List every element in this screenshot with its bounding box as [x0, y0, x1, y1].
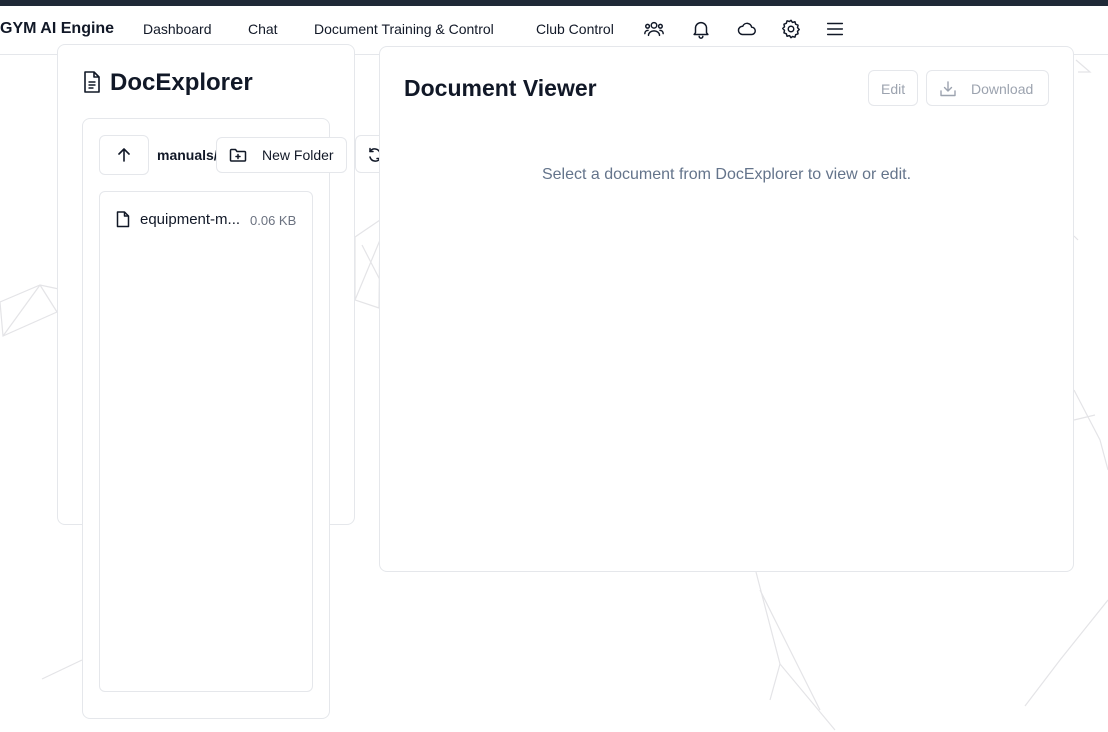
download-label: Download: [971, 81, 1034, 97]
file-list-item[interactable]: equipment-m... 0.06 KB: [116, 208, 302, 232]
menu-icon[interactable]: [824, 18, 846, 40]
document-icon: [81, 70, 103, 94]
new-folder-label: New Folder: [262, 147, 334, 163]
file-icon: [116, 211, 130, 233]
nav-link-chat[interactable]: Chat: [248, 21, 278, 37]
app-brand[interactable]: GYM AI Engine: [0, 20, 114, 38]
empty-state-message: Select a document from DocExplorer to vi…: [541, 166, 912, 183]
cloud-icon[interactable]: [736, 18, 758, 40]
arrow-up-icon: [118, 148, 130, 162]
nav-link-club-control[interactable]: Club Control: [536, 21, 614, 37]
file-size: 0.06 KB: [250, 213, 297, 228]
bell-icon[interactable]: [690, 18, 712, 40]
file-name: equipment-m...: [140, 211, 241, 228]
edit-button[interactable]: Edit: [868, 70, 918, 106]
file-list: [99, 191, 313, 692]
doc-explorer-title: DocExplorer: [110, 69, 253, 96]
parent-folder-button[interactable]: [99, 135, 149, 175]
users-icon[interactable]: [643, 18, 665, 40]
document-viewer-title: Document Viewer: [404, 75, 597, 101]
current-path: manuals/: [157, 147, 218, 163]
nav-link-dashboard[interactable]: Dashboard: [143, 21, 212, 37]
gear-icon[interactable]: [780, 18, 802, 40]
new-folder-button[interactable]: New Folder: [216, 137, 347, 173]
nav-link-document-training[interactable]: Document Training & Control: [314, 21, 494, 37]
folder-plus-icon: [229, 147, 247, 168]
document-viewer-panel: [379, 46, 1074, 572]
download-button[interactable]: Download: [926, 70, 1049, 106]
edit-label: Edit: [881, 81, 906, 97]
download-icon: [939, 80, 957, 101]
